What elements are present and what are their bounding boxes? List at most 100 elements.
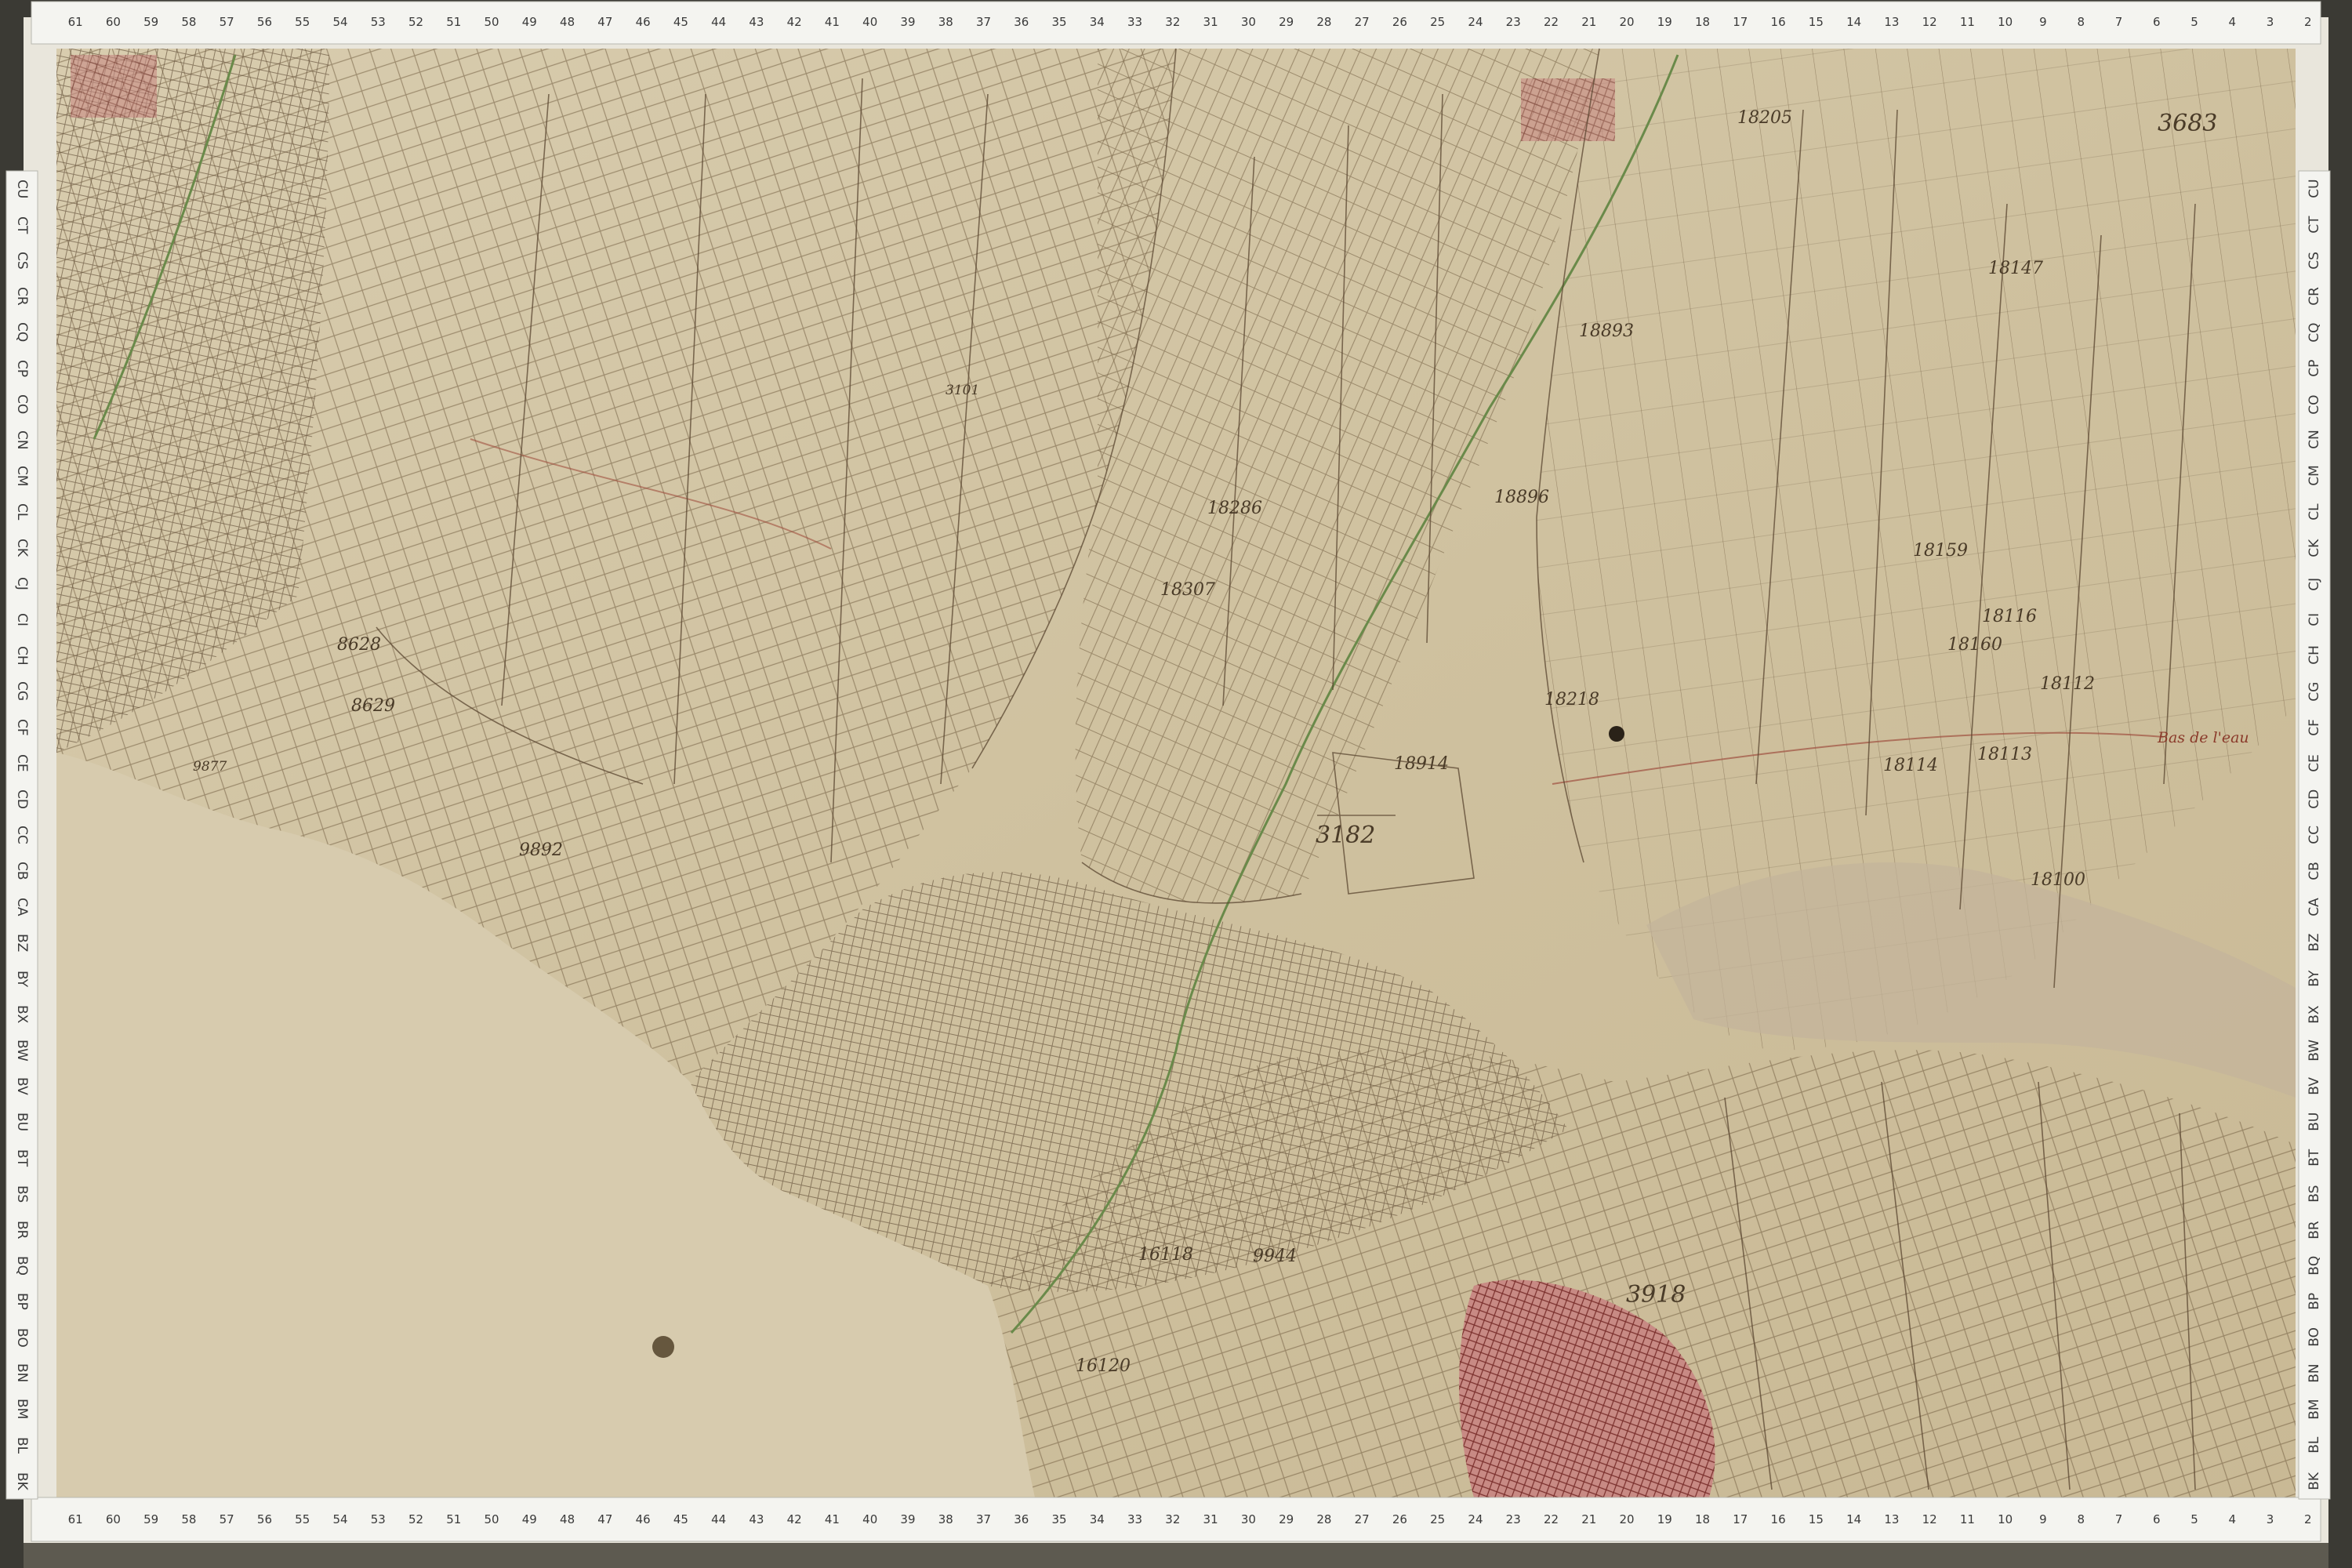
ruler-top-tick: 25 <box>1430 15 1446 29</box>
ruler-right-tick: BN <box>2307 1363 2322 1383</box>
ruler-left-tick: BV <box>14 1077 30 1095</box>
ruler-top-tick: 53 <box>370 15 386 29</box>
parcel-label: 18893 <box>1579 321 1634 341</box>
ruler-left-tick: CJ <box>14 577 30 590</box>
ruler-bottom-tick: 29 <box>1279 1512 1294 1526</box>
ruler-top-tick: 35 <box>1051 15 1067 29</box>
parcel-label: 8629 <box>351 696 395 716</box>
ruler-top-tick: 17 <box>1733 15 1748 29</box>
ruler-top-tick: 48 <box>560 15 575 29</box>
ruler-top-tick: 28 <box>1316 15 1332 29</box>
ruler-bottom-tick: 25 <box>1430 1512 1446 1526</box>
ruler-top-tick: 34 <box>1089 15 1105 29</box>
ruler-bottom-tick: 28 <box>1316 1512 1332 1526</box>
parcel-label: 16120 <box>1076 1356 1131 1376</box>
ruler-right-tick: CI <box>2307 612 2322 626</box>
parcel-label: 18116 <box>1982 607 2037 626</box>
ruler-top-tick: 38 <box>938 15 953 29</box>
parcel-label: 8628 <box>337 635 381 655</box>
ruler-right-tick: CG <box>2307 681 2322 702</box>
ruler-bottom-tick: 3 <box>2266 1512 2274 1526</box>
parcel-label: 9892 <box>519 840 563 860</box>
ruler-top-tick: 4 <box>2228 15 2237 29</box>
ruler-top-tick: 59 <box>143 15 159 29</box>
parcel-label: 18114 <box>1883 756 1938 775</box>
ruler-right-tick: CB <box>2307 861 2322 880</box>
ruler-left-tick: CC <box>14 826 30 844</box>
ruler-top-tick: 46 <box>635 15 651 29</box>
ruler-right-tick: CM <box>2307 465 2322 487</box>
ruler-bottom-tick: 61 <box>67 1512 83 1526</box>
ruler-top-tick: 54 <box>332 15 348 29</box>
ruler-right-tick: CE <box>2307 754 2322 772</box>
ruler-right-tick: CT <box>2307 216 2322 234</box>
ruler-bottom-tick: 11 <box>1959 1512 1975 1526</box>
ruler-bottom-tick: 43 <box>749 1512 764 1526</box>
ruler-bottom-tick: 60 <box>105 1512 121 1526</box>
ruler-right-tick: BZ <box>2307 933 2322 952</box>
ruler-top-tick: 55 <box>295 15 310 29</box>
parcel-label: 18113 <box>1977 745 2032 764</box>
ruler-top-tick: 29 <box>1279 15 1294 29</box>
ruler-bottom-tick: 20 <box>1619 1512 1635 1526</box>
ruler-left-tick: CI <box>14 612 30 626</box>
ruler-left-tick: CQ <box>14 322 30 343</box>
ruler-right-tick: BW <box>2307 1039 2322 1062</box>
ruler-bottom-tick: 34 <box>1089 1512 1105 1526</box>
town-north <box>1521 78 1615 141</box>
ruler-top-tick: 57 <box>219 15 234 29</box>
ruler-top: 61 60 59 58 57 56 55 54 53 52 51 50 49 48 47 46 45 44 43 42… <box>56 0 2327 44</box>
ruler-top-tick: 58 <box>181 15 197 29</box>
ruler-left-tick: BP <box>14 1293 30 1311</box>
ruler-left-tick: CN <box>14 430 30 450</box>
ruler-top-tick: 21 <box>1581 15 1597 29</box>
ruler-left-tick: BR <box>14 1220 30 1240</box>
ruler-left-tick: CR <box>14 287 30 307</box>
ruler-right-tick: BY <box>2307 970 2322 987</box>
parcel-label: 18307 <box>1160 580 1215 600</box>
ruler-bottom-tick: 38 <box>938 1512 953 1526</box>
ruler-right-tick: CQ <box>2307 322 2322 343</box>
ruler-bottom-tick: 24 <box>1468 1512 1483 1526</box>
ruler-bottom-tick: 51 <box>446 1512 462 1526</box>
ruler-top-tick: 26 <box>1392 15 1407 29</box>
town-west <box>71 55 157 118</box>
ruler-right-tick: CL <box>2307 503 2322 521</box>
parcel-label: 9877 <box>193 759 227 775</box>
parcel-label: 3182 <box>1316 822 1376 849</box>
ruler-bottom-tick: 40 <box>862 1512 878 1526</box>
ruler-left-tick: BM <box>14 1399 30 1420</box>
ruler-top-tick: 45 <box>673 15 688 29</box>
ruler-left-tick: CK <box>14 539 30 557</box>
ruler-left-tick: CD <box>14 789 30 809</box>
parcel-label: 18286 <box>1207 499 1262 518</box>
ruler-top-tick: 43 <box>749 15 764 29</box>
ruler-bottom-tick: 4 <box>2228 1512 2237 1526</box>
ruler-bottom-tick: 47 <box>597 1512 613 1526</box>
ruler-right-tick: CJ <box>2307 577 2322 590</box>
ruler-top-tick: 9 <box>2039 15 2047 29</box>
ruler-bottom-tick: 8 <box>2077 1512 2085 1526</box>
ruler-top-tick: 60 <box>105 15 121 29</box>
ruler-right-tick: BM <box>2307 1399 2322 1420</box>
ruler-top-tick: 11 <box>1959 15 1975 29</box>
ruler-bottom-tick: 54 <box>332 1512 348 1526</box>
ink-spot <box>652 1336 674 1358</box>
ruler-top-tick: 33 <box>1127 15 1143 29</box>
ruler-left-tick: BU <box>14 1112 30 1132</box>
map-sheet <box>0 0 2352 1568</box>
ruler-bottom-tick: 16 <box>1770 1512 1786 1526</box>
ruler-top-tick: 50 <box>484 15 499 29</box>
ruler-bottom-tick: 12 <box>1922 1512 1937 1526</box>
ruler-bottom-tick: 19 <box>1657 1512 1672 1526</box>
ruler-left-tick: BY <box>14 970 30 987</box>
ruler-bottom-tick: 6 <box>2152 1512 2161 1526</box>
ruler-top-tick: 23 <box>1505 15 1521 29</box>
ruler-left-tick: CU <box>14 179 30 199</box>
ruler-top-tick: 37 <box>975 15 992 29</box>
ruler-top-tick: 31 <box>1203 15 1218 29</box>
parcel-label: 18112 <box>2040 674 2095 694</box>
ruler-top-tick: 51 <box>446 15 462 29</box>
ruler-right-tick: BO <box>2307 1327 2322 1348</box>
ruler-top-tick: 10 <box>1998 15 2013 29</box>
